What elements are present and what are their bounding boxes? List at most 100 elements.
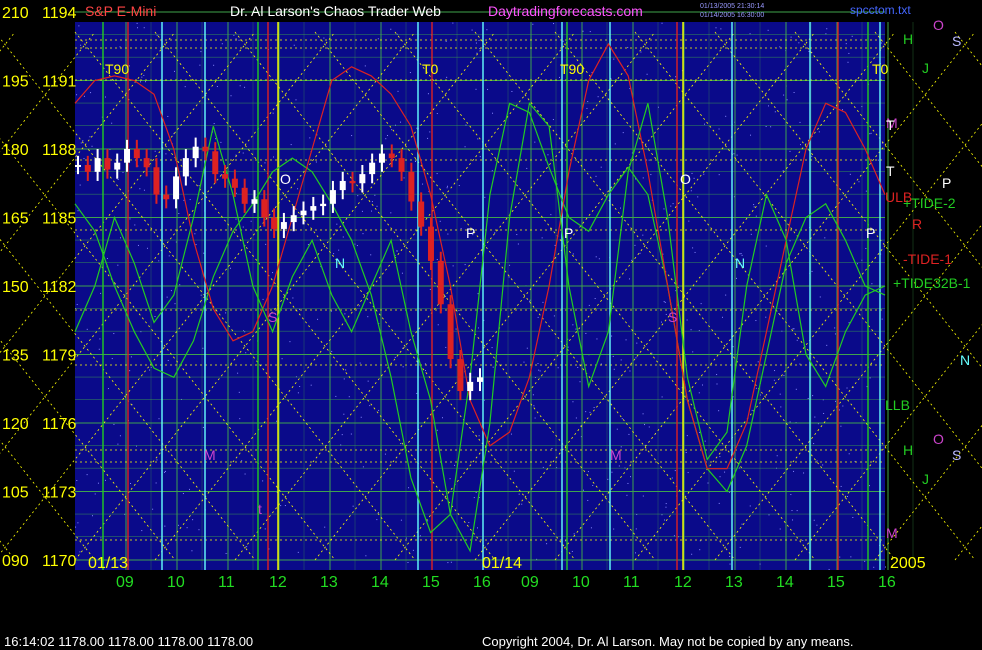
header-site[interactable]: Daytradingforecasts.com: [488, 3, 643, 19]
star-dot: [699, 549, 701, 551]
star-dot: [80, 44, 82, 46]
star-dot: [400, 121, 402, 123]
star-dot: [796, 510, 798, 512]
y-tick-label-osc: 180: [2, 142, 29, 159]
x-tick-label: 16: [878, 574, 896, 591]
star-dot: [213, 64, 215, 66]
star-dot: [341, 434, 343, 436]
star-dot: [117, 264, 119, 266]
star-dot: [468, 522, 470, 524]
header-file: spcctom.txt: [850, 3, 911, 17]
star-dot: [590, 527, 592, 529]
star-dot: [792, 328, 794, 330]
star-dot: [818, 131, 820, 133]
star-dot: [369, 405, 371, 407]
star-dot: [359, 362, 361, 364]
star-dot: [585, 411, 587, 413]
star-dot: [361, 210, 363, 212]
star-dot: [749, 505, 751, 507]
star-dot: [352, 505, 354, 507]
price-bar-body: [477, 377, 483, 382]
star-dot: [425, 370, 427, 372]
star-dot: [511, 91, 513, 93]
star-dot: [851, 35, 853, 37]
star-dot: [767, 105, 769, 107]
star-dot: [140, 81, 142, 83]
star-dot: [186, 527, 188, 529]
star-dot: [877, 159, 879, 161]
chart-marker: H: [903, 31, 913, 47]
star-dot: [509, 264, 511, 266]
star-dot: [156, 459, 158, 461]
star-dot: [508, 276, 510, 278]
star-dot: [336, 223, 338, 225]
star-dot: [779, 46, 781, 48]
star-dot: [170, 290, 172, 292]
price-bar-body: [94, 158, 101, 172]
star-dot: [427, 93, 429, 95]
star-dot: [665, 313, 667, 315]
star-dot: [476, 527, 478, 529]
star-dot: [770, 126, 772, 128]
star-dot: [419, 535, 421, 537]
star-dot: [774, 111, 776, 113]
star-dot: [516, 234, 518, 236]
star-dot: [445, 40, 447, 42]
star-dot: [663, 208, 665, 210]
star-dot: [671, 477, 673, 479]
star-dot: [78, 25, 80, 27]
legend-label: -TIDE-1: [903, 251, 952, 267]
star-dot: [873, 566, 875, 568]
star-dot: [400, 519, 402, 521]
star-dot: [377, 512, 379, 514]
star-dot: [537, 316, 539, 318]
star-dot: [790, 494, 792, 496]
star-dot: [857, 263, 859, 265]
star-dot: [848, 52, 850, 54]
price-bar-body: [163, 194, 170, 200]
star-dot: [479, 156, 481, 158]
star-dot: [686, 435, 688, 437]
star-dot: [378, 409, 380, 411]
star-dot: [475, 88, 477, 90]
date-label: 01/13: [88, 555, 128, 572]
star-dot: [635, 552, 637, 554]
star-dot: [796, 339, 798, 341]
chart-marker: P: [942, 175, 951, 191]
star-dot: [850, 556, 852, 558]
chart-marker: P: [466, 225, 475, 241]
star-dot: [834, 333, 836, 335]
y-tick-label-osc: 135: [2, 348, 29, 365]
price-bar-body: [104, 158, 111, 170]
price-bar-body: [271, 217, 278, 229]
star-dot: [458, 185, 460, 187]
star-dot: [729, 563, 731, 565]
star-dot: [868, 485, 870, 487]
star-dot: [348, 396, 350, 398]
star-dot: [694, 251, 696, 253]
star-dot: [699, 432, 701, 434]
star-dot: [847, 61, 849, 63]
star-dot: [789, 150, 791, 152]
star-dot: [272, 272, 274, 274]
star-dot: [447, 562, 449, 564]
chart-marker: H: [903, 442, 913, 458]
star-dot: [233, 34, 235, 36]
star-dot: [464, 146, 466, 148]
star-dot: [436, 429, 438, 431]
star-dot: [149, 369, 151, 371]
star-dot: [644, 424, 646, 426]
star-dot: [793, 470, 795, 472]
star-dot: [553, 23, 555, 25]
star-dot: [823, 412, 825, 414]
star-dot: [577, 366, 579, 368]
star-dot: [811, 270, 813, 272]
star-dot: [593, 407, 595, 409]
chart-marker: N: [735, 255, 745, 271]
star-dot: [554, 244, 556, 246]
star-dot: [565, 540, 567, 542]
star-dot: [724, 471, 726, 473]
star-dot: [541, 237, 543, 239]
star-dot: [154, 316, 156, 318]
star-dot: [813, 519, 815, 521]
